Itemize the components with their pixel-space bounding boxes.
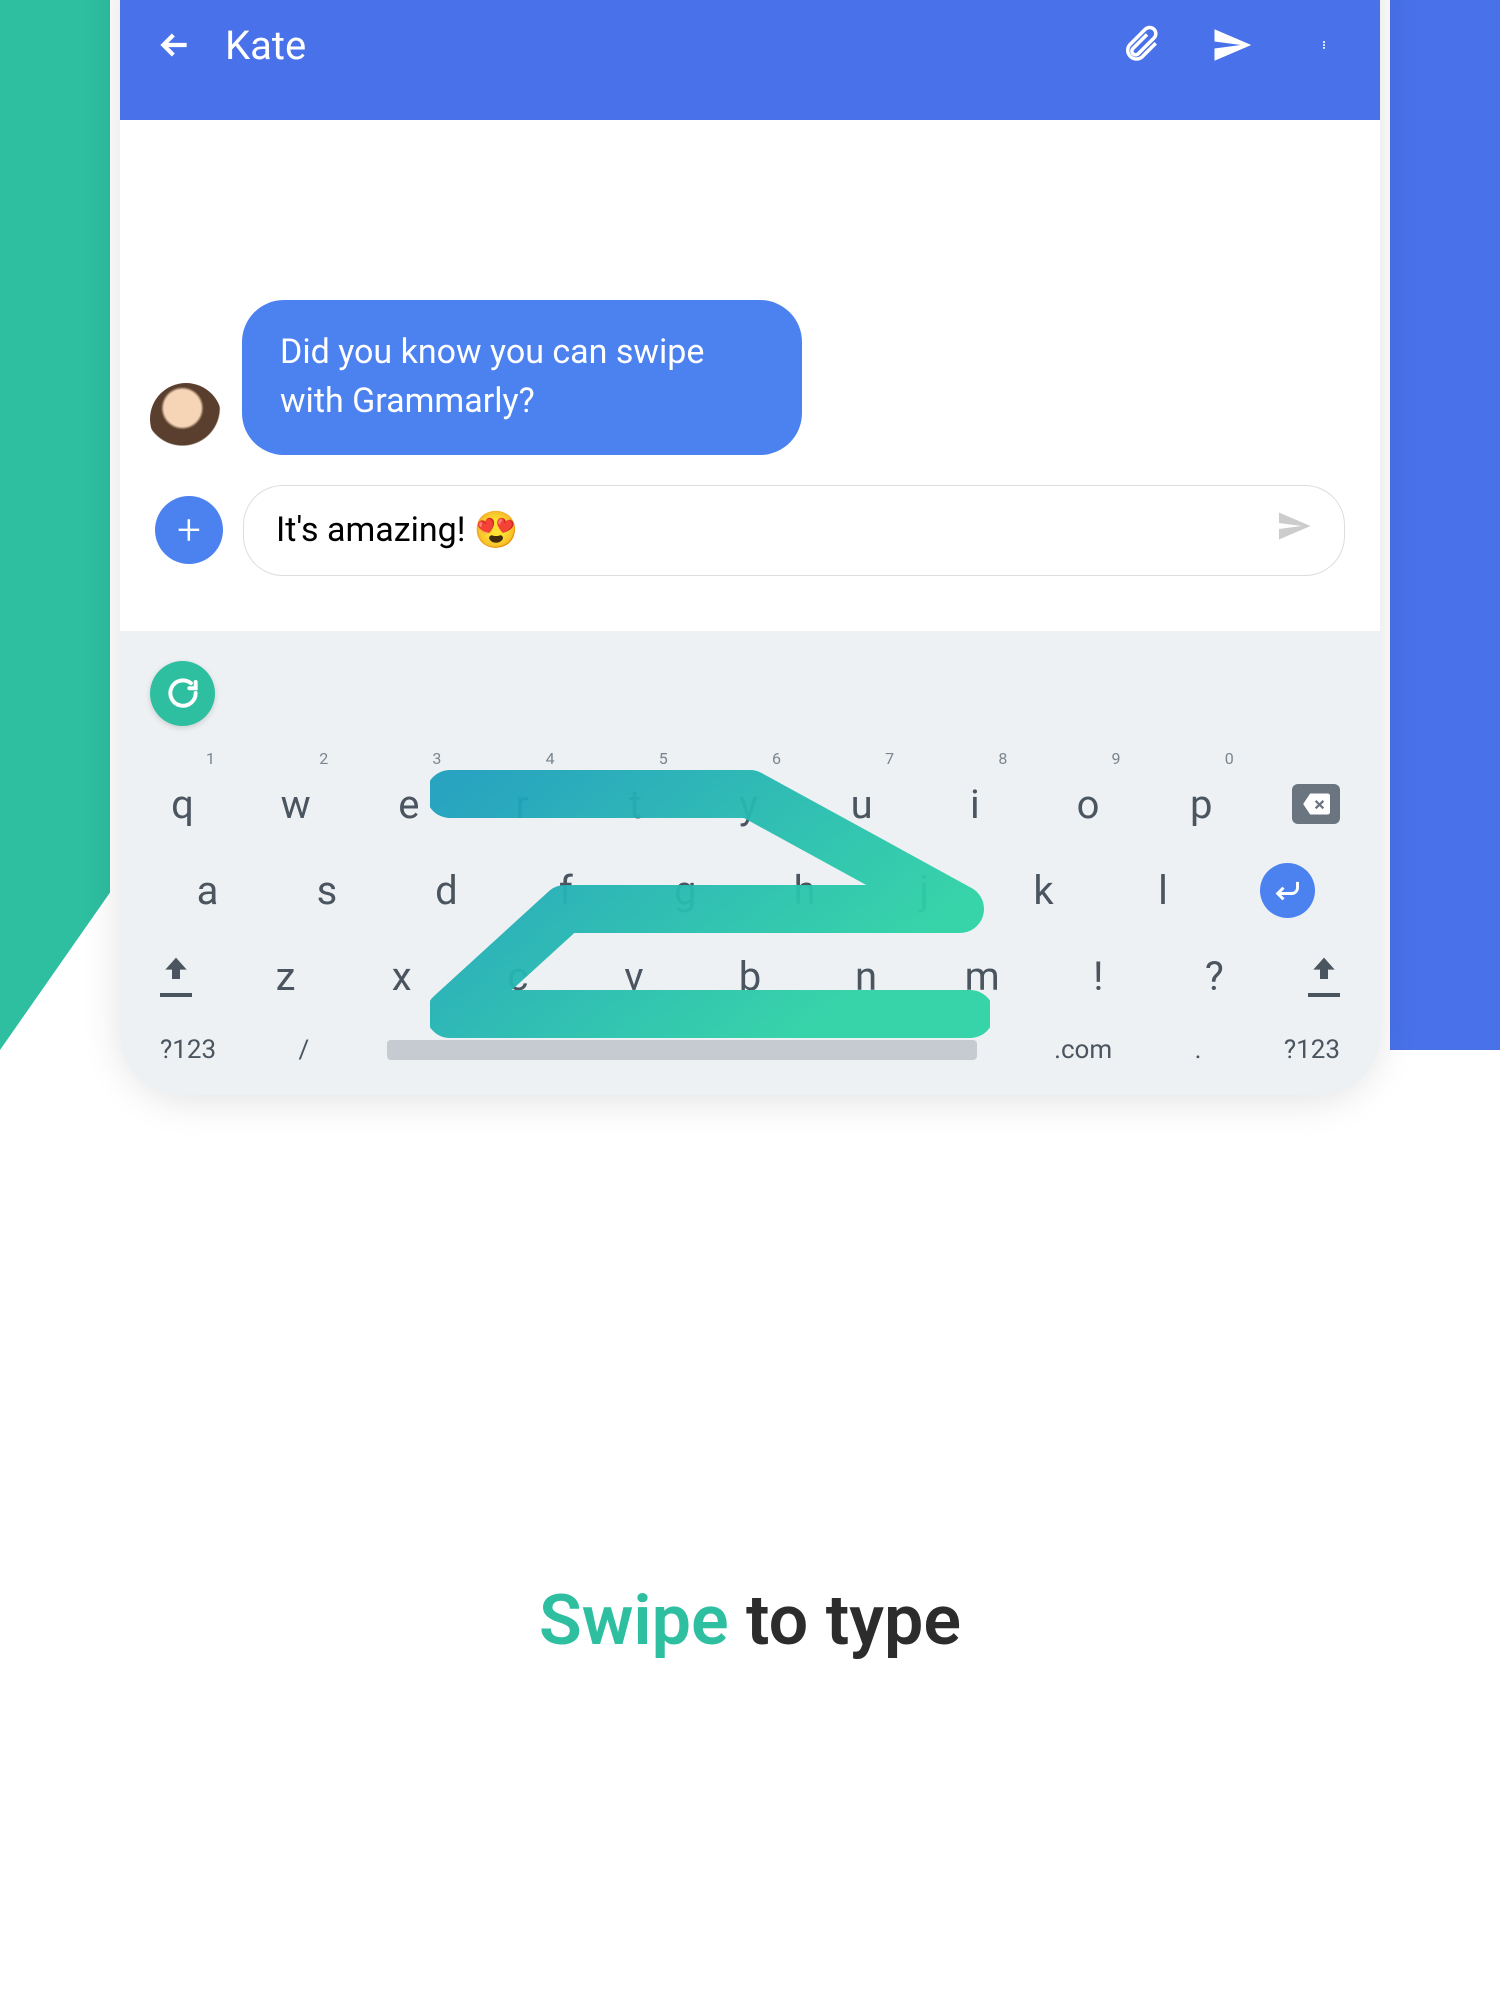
key-v[interactable]: v — [611, 953, 656, 1000]
key-o[interactable]: o9 — [1066, 781, 1111, 828]
keyboard-row-1: q1 w2 e3 r4 t5 y6 u7 i8 o9 p0 — [135, 781, 1365, 828]
message-row: Did you know you can swipe with Grammarl… — [150, 300, 1350, 455]
key-b[interactable]: b — [727, 953, 772, 1000]
back-icon[interactable] — [155, 25, 195, 65]
shift-key-left[interactable] — [160, 955, 192, 997]
key-f[interactable]: f — [543, 867, 588, 914]
key-p[interactable]: p0 — [1179, 781, 1224, 828]
key-z[interactable]: z — [263, 953, 308, 1000]
key-period[interactable]: . — [1195, 1035, 1202, 1065]
key-h[interactable]: h — [782, 867, 827, 914]
key-x[interactable]: x — [379, 953, 424, 1000]
key-k[interactable]: k — [1021, 867, 1066, 914]
phone-frame: Kate Did you know you can swipe with Gra… — [120, 0, 1380, 1095]
keyboard-row-2: a s d f g h j k l — [135, 863, 1365, 918]
key-r[interactable]: r4 — [500, 781, 545, 828]
grammarly-badge-icon[interactable] — [150, 661, 215, 726]
key-g[interactable]: g — [663, 867, 708, 914]
input-row: + It's amazing! 😍 — [150, 485, 1350, 601]
background-green-panel — [0, 0, 110, 1050]
key-n[interactable]: n — [844, 953, 889, 1000]
contact-name: Kate — [225, 22, 1119, 69]
plus-button[interactable]: + — [155, 496, 223, 564]
key-y[interactable]: y6 — [726, 781, 771, 828]
key-c[interactable]: c — [495, 953, 540, 1000]
heart-eyes-emoji: 😍 — [474, 509, 519, 551]
tagline-rest: to type — [729, 1580, 961, 1662]
avatar[interactable] — [150, 383, 222, 455]
text-input[interactable]: It's amazing! 😍 — [243, 485, 1345, 576]
key-symbols-left[interactable]: ?123 — [160, 1035, 216, 1065]
key-d[interactable]: d — [424, 867, 469, 914]
keyboard-row-4: ?123 / .com . ?123 — [135, 1035, 1365, 1065]
key-e[interactable]: e3 — [386, 781, 431, 828]
key-q[interactable]: q1 — [160, 781, 205, 828]
keyboard: q1 w2 e3 r4 t5 y6 u7 i8 o9 p0 a s d f g … — [120, 631, 1380, 1095]
tagline-swipe: Swipe — [539, 1580, 729, 1662]
key-u[interactable]: u7 — [839, 781, 884, 828]
header-actions — [1119, 24, 1345, 66]
key-s[interactable]: s — [304, 867, 349, 914]
key-l[interactable]: l — [1141, 867, 1186, 914]
key-dotcom[interactable]: .com — [1054, 1035, 1112, 1065]
more-icon[interactable] — [1303, 24, 1345, 66]
key-symbols-right[interactable]: ?123 — [1284, 1035, 1340, 1065]
key-m[interactable]: m — [960, 953, 1005, 1000]
spacebar[interactable] — [387, 1040, 977, 1060]
key-slash[interactable]: / — [299, 1035, 310, 1065]
chat-header: Kate — [120, 0, 1380, 120]
input-text: It's amazing! — [276, 510, 466, 550]
key-j[interactable]: j — [902, 867, 947, 914]
send-header-icon[interactable] — [1211, 24, 1253, 66]
shift-key-right[interactable] — [1308, 955, 1340, 997]
keyboard-row-3: z x c v b n m ! ? — [135, 953, 1365, 1000]
tagline: Swipe to type — [0, 1580, 1500, 1662]
key-t[interactable]: t5 — [613, 781, 658, 828]
key-question[interactable]: ? — [1192, 953, 1237, 1000]
background-blue-panel — [1390, 0, 1500, 1050]
key-w[interactable]: w2 — [273, 781, 318, 828]
message-bubble: Did you know you can swipe with Grammarl… — [242, 300, 802, 455]
key-exclaim[interactable]: ! — [1076, 953, 1121, 1000]
backspace-icon[interactable] — [1292, 784, 1340, 824]
send-arrow-icon[interactable] — [1276, 508, 1312, 553]
attach-icon[interactable] — [1119, 24, 1161, 66]
enter-key-icon[interactable] — [1260, 863, 1315, 918]
key-a[interactable]: a — [185, 867, 230, 914]
key-i[interactable]: i8 — [952, 781, 997, 828]
chat-area: Did you know you can swipe with Grammarl… — [120, 120, 1380, 631]
